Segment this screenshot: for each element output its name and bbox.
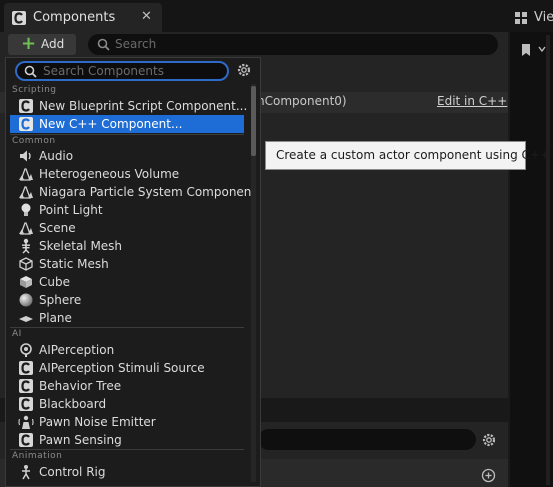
category-divider: [10, 449, 244, 450]
component-search-input[interactable]: Search: [88, 34, 498, 55]
add-plus-icon: +: [21, 33, 37, 54]
menu-item-label: AIPerception: [39, 343, 115, 357]
menu-item-label: Control Rig: [39, 465, 106, 479]
sphere-icon: [19, 293, 33, 307]
search-icon: [24, 65, 37, 78]
menu-item-sphere[interactable]: Sphere: [10, 291, 244, 309]
cube-icon: [20, 276, 32, 288]
menu-item-label: Skeletal Mesh: [39, 239, 123, 253]
menu-item-label: New C++ Component...: [39, 117, 183, 131]
menu-item-label: Pawn Sensing: [39, 433, 122, 447]
speaker-icon: [20, 150, 31, 162]
close-tab-icon[interactable]: ✕: [141, 9, 152, 24]
menu-item-niagara-particle-system-component[interactable]: Niagara Particle System Component: [10, 183, 256, 201]
c-class-icon: [19, 379, 33, 393]
actor-icon: [19, 186, 33, 199]
menu-item-label: New Blueprint Script Component...: [39, 99, 248, 113]
menu-item-aiperception[interactable]: AIPerception: [10, 341, 244, 359]
component-name-partial: hComponent0): [257, 94, 347, 108]
add-component-button[interactable]: + Add: [8, 33, 76, 55]
add-button-label: Add: [41, 37, 65, 51]
menu-item-label: Blackboard: [39, 397, 107, 411]
menu-item-heterogeneous-volume[interactable]: Heterogeneous Volume: [10, 165, 244, 183]
tab-bar: Components ✕ Vie: [0, 0, 553, 32]
menu-item-label: Plane: [39, 311, 72, 325]
menu-item-label: Cube: [39, 275, 70, 289]
menu-search-input[interactable]: Search Components: [15, 61, 229, 81]
c-class-icon: [19, 361, 33, 375]
tooltip: Create a custom actor component using C+…: [265, 141, 550, 170]
viewport-scrollbar[interactable]: [546, 35, 550, 485]
menu-item-label: Niagara Particle System Component: [39, 185, 257, 199]
menu-item-plane[interactable]: Plane: [10, 309, 244, 327]
edit-in-cpp-link[interactable]: Edit in C++: [437, 94, 507, 108]
menu-item-label: Scene: [39, 221, 76, 235]
category-divider: [10, 134, 244, 135]
gear-icon[interactable]: [236, 62, 252, 78]
chevron-down-icon[interactable]: [538, 43, 546, 55]
details-search-input[interactable]: [258, 429, 476, 450]
noise-emitter-icon: [18, 415, 34, 429]
blueprint-c-icon: [19, 99, 33, 113]
viewport-tab-label: Vie: [534, 10, 553, 25]
tab-components[interactable]: Components ✕: [4, 3, 162, 32]
actor-icon: [19, 222, 33, 235]
category-header: Animation: [12, 451, 63, 461]
category-header: Scripting: [12, 85, 57, 95]
menu-item-blackboard[interactable]: Blackboard: [10, 395, 244, 413]
mesh-icon: [19, 257, 33, 271]
c-class-icon: [19, 433, 33, 447]
menu-item-aiperception-stimuli-source[interactable]: AIPerception Stimuli Source: [10, 359, 244, 377]
menu-item-point-light[interactable]: Point Light: [10, 201, 244, 219]
menu-item-label: AIPerception Stimuli Source: [39, 361, 205, 375]
control-rig-icon: [22, 465, 30, 480]
skeleton-icon: [22, 238, 30, 254]
c-class-icon: [19, 397, 33, 411]
menu-item-behavior-tree[interactable]: Behavior Tree: [10, 377, 244, 395]
menu-item-audio[interactable]: Audio: [10, 147, 244, 165]
menu-item-label: Behavior Tree: [39, 379, 122, 393]
menu-item-pawn-noise-emitter[interactable]: Pawn Noise Emitter: [10, 413, 244, 431]
menu-item-label: Sphere: [39, 293, 82, 307]
search-icon: [97, 38, 110, 51]
add-component-menu: Search Components Scripting New Blueprin…: [5, 57, 261, 487]
light-bulb-icon: [21, 203, 31, 216]
add-circle-icon[interactable]: [481, 468, 496, 483]
menu-item-label: Pawn Noise Emitter: [39, 415, 156, 429]
tab-title: Components: [33, 10, 116, 25]
perception-icon: [20, 343, 32, 357]
menu-item-new-cpp-component[interactable]: New C++ Component...: [10, 115, 244, 133]
menu-item-scene[interactable]: Scene: [10, 219, 244, 237]
category-header: AI: [12, 329, 22, 339]
tab-viewport[interactable]: Vie: [508, 3, 553, 32]
category-header: Common: [12, 136, 56, 146]
menu-item-label: Static Mesh: [39, 257, 109, 271]
menu-item-new-blueprint-script-component[interactable]: New Blueprint Script Component...: [10, 97, 248, 115]
menu-item-pawn-sensing[interactable]: Pawn Sensing: [10, 431, 244, 449]
search-placeholder: Search: [115, 37, 157, 51]
menu-item-skeletal-mesh[interactable]: Skeletal Mesh: [10, 237, 244, 255]
category-divider: [10, 327, 244, 328]
menu-item-label: Point Light: [39, 203, 103, 217]
tooltip-text: Create a custom actor component using C+…: [276, 148, 551, 162]
menu-scrollbar-thumb[interactable]: [251, 86, 256, 156]
menu-item-control-rig[interactable]: Control Rig: [10, 463, 244, 481]
gear-icon[interactable]: [481, 432, 497, 448]
components-tab-icon: [12, 11, 26, 25]
cpp-c-icon: [19, 117, 33, 131]
menu-item-label: Audio: [39, 149, 74, 163]
menu-search-placeholder: Search Components: [43, 64, 164, 78]
actor-icon: [19, 168, 33, 181]
menu-item-cube[interactable]: Cube: [10, 273, 244, 291]
menu-item-static-mesh[interactable]: Static Mesh: [10, 255, 244, 273]
plane-icon: [19, 316, 33, 322]
menu-item-label: Heterogeneous Volume: [39, 167, 180, 181]
bookmark-icon[interactable]: [520, 43, 532, 57]
viewport-grid-icon: [515, 12, 527, 24]
